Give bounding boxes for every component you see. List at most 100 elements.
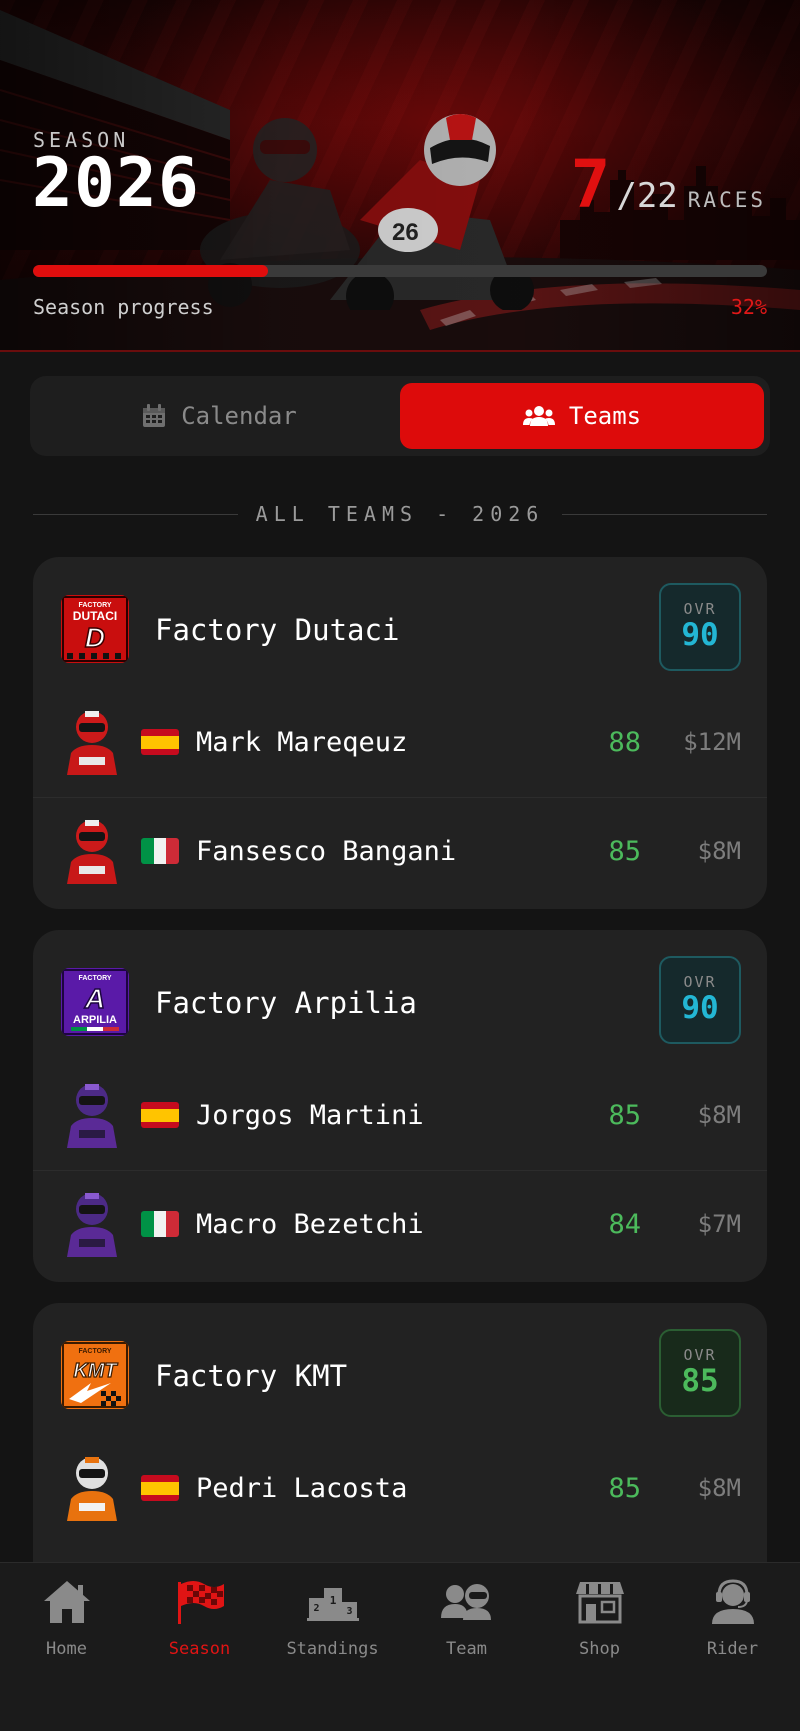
race-counter: 7 /22 RACES	[571, 152, 766, 218]
rider-rating: 84	[608, 1209, 641, 1240]
logo-text-factory: FACTORY	[78, 1348, 111, 1355]
team-name: Factory Arpilia	[155, 986, 417, 1020]
nav-home[interactable]: Home	[0, 1577, 133, 1673]
team-ovr-badge: OVR 90	[659, 956, 741, 1044]
team-card[interactable]: FACTORY KMT Factory KMT OVR 85 Pedri Lac…	[33, 1303, 767, 1603]
calendar-tab[interactable]: Calendar	[37, 383, 401, 449]
flag-spain-icon	[141, 1475, 179, 1501]
logo-text-brand: ARPILIA	[73, 1014, 117, 1026]
team-name: Factory Dutaci	[155, 613, 400, 647]
team-header: FACTORY A ARPILIA Factory Arpilia OVR 90	[33, 930, 767, 1062]
team-ovr-badge: OVR 85	[659, 1329, 741, 1417]
rider-avatar	[67, 1193, 117, 1257]
nav-home-label: Home	[46, 1639, 87, 1659]
team-card[interactable]: FACTORY DUTACI D Factory Dutaci OVR 90 M…	[33, 557, 767, 909]
team-logo-arpilia: FACTORY A ARPILIA	[61, 968, 129, 1036]
shop-icon	[572, 1577, 628, 1627]
rider-row[interactable]: Pedri Lacosta 85 $8M	[33, 1435, 767, 1543]
flag-italy-icon	[141, 838, 179, 864]
logo-text-factory: FACTORY	[78, 602, 111, 609]
season-year: 2026	[32, 144, 200, 223]
ovr-value: 90	[681, 617, 719, 654]
nav-season[interactable]: Season	[133, 1577, 266, 1673]
rider-avatar	[67, 1457, 117, 1521]
season-progress-label: Season progress	[33, 295, 214, 319]
ovr-value: 85	[681, 1363, 719, 1400]
nav-rider[interactable]: Rider	[666, 1577, 799, 1673]
section-title: ALL TEAMS - 2026	[255, 502, 545, 526]
nav-rider-label: Rider	[706, 1639, 759, 1659]
rider-salary: $8M	[697, 1101, 741, 1129]
flag-italy-icon	[141, 1211, 179, 1237]
bottom-navigation: Home Season 12 3 Standings Team Shop Ride…	[0, 1562, 800, 1731]
team-card[interactable]: FACTORY A ARPILIA Factory Arpilia OVR 90…	[33, 930, 767, 1282]
nav-shop-label: Shop	[579, 1639, 620, 1659]
rider-headset-icon	[705, 1577, 761, 1627]
teams-tab-label: Teams	[568, 402, 642, 430]
logo-text-letter: D	[85, 622, 105, 653]
team-logo-kmt: FACTORY KMT	[61, 1341, 129, 1409]
races-total: /22	[616, 176, 678, 216]
logo-text-factory: FACTORY	[78, 975, 111, 982]
flag-spain-icon	[141, 1102, 179, 1128]
rider-rating: 85	[608, 836, 641, 867]
team-logo-dutaci: FACTORY DUTACI D	[61, 595, 129, 663]
nav-standings[interactable]: 12 3 Standings	[266, 1577, 399, 1673]
flag-spain-icon	[141, 729, 179, 755]
rider-rating: 88	[608, 727, 641, 758]
rider-row[interactable]: Mark Mareqeuz 88 $12M	[33, 689, 767, 797]
nav-shop[interactable]: Shop	[533, 1577, 666, 1673]
team-header: FACTORY DUTACI D Factory Dutaci OVR 90	[33, 557, 767, 689]
teams-tab[interactable]: Teams	[400, 383, 764, 449]
rider-salary: $12M	[683, 728, 741, 756]
nav-season-label: Season	[168, 1639, 231, 1659]
races-completed: 7	[570, 146, 611, 223]
rider-name: Pedri Lacosta	[196, 1473, 408, 1504]
rider-name: Macro Bezetchi	[196, 1209, 424, 1240]
logo-text-brand: KMT	[73, 1360, 118, 1382]
season-hero: 26 SEASON 2026 7 /22 RACES Season progre…	[0, 0, 800, 352]
season-progress-percent: 32%	[730, 295, 767, 319]
rider-avatar	[67, 1084, 117, 1148]
rider-row[interactable]: Fansesco Bangani 85 $8M	[33, 797, 767, 905]
divider-left	[33, 513, 238, 515]
team-header: FACTORY KMT Factory KMT OVR 85	[33, 1303, 767, 1435]
teams-section-header: ALL TEAMS - 2026	[33, 500, 767, 528]
rider-row[interactable]: Jorgos Martini 85 $8M	[33, 1062, 767, 1170]
team-name: Factory KMT	[155, 1359, 348, 1393]
nav-team-label: Team	[446, 1639, 487, 1659]
view-toggle: Calendar Teams	[30, 376, 770, 456]
checkered-flag-icon	[172, 1577, 228, 1627]
divider-right	[562, 513, 767, 515]
ovr-label: OVR	[683, 1346, 717, 1365]
podium-icon: 12 3	[305, 1577, 361, 1627]
rider-name: Jorgos Martini	[196, 1100, 424, 1131]
rider-name: Mark Mareqeuz	[196, 727, 408, 758]
season-progress-bar	[33, 265, 767, 277]
logo-text-brand: DUTACI	[73, 609, 117, 623]
team-ovr-badge: OVR 90	[659, 583, 741, 671]
svg-text:1: 1	[329, 1594, 336, 1607]
calendar-tab-label: Calendar	[181, 402, 297, 430]
svg-text:2: 2	[313, 1603, 319, 1614]
svg-text:3: 3	[346, 1606, 352, 1617]
ovr-label: OVR	[683, 600, 717, 619]
users-icon	[522, 406, 555, 426]
races-unit: RACES	[687, 188, 766, 212]
rider-name: Fansesco Bangani	[196, 836, 457, 867]
home-icon	[39, 1577, 95, 1627]
rider-rating: 85	[608, 1473, 641, 1504]
logo-text-letter: A	[84, 983, 105, 1014]
rider-rating: 85	[608, 1100, 641, 1131]
rider-salary: $7M	[697, 1210, 741, 1238]
rider-row[interactable]: Macro Bezetchi 84 $7M	[33, 1170, 767, 1278]
calendar-icon	[143, 404, 166, 427]
rider-salary: $8M	[697, 1474, 741, 1502]
rider-avatar	[67, 711, 117, 775]
ovr-label: OVR	[683, 973, 717, 992]
rider-salary: $8M	[697, 837, 741, 865]
nav-team[interactable]: Team	[400, 1577, 533, 1673]
season-progress-fill	[33, 265, 268, 277]
ovr-value: 90	[681, 990, 719, 1027]
nav-standings-label: Standings	[286, 1639, 379, 1659]
